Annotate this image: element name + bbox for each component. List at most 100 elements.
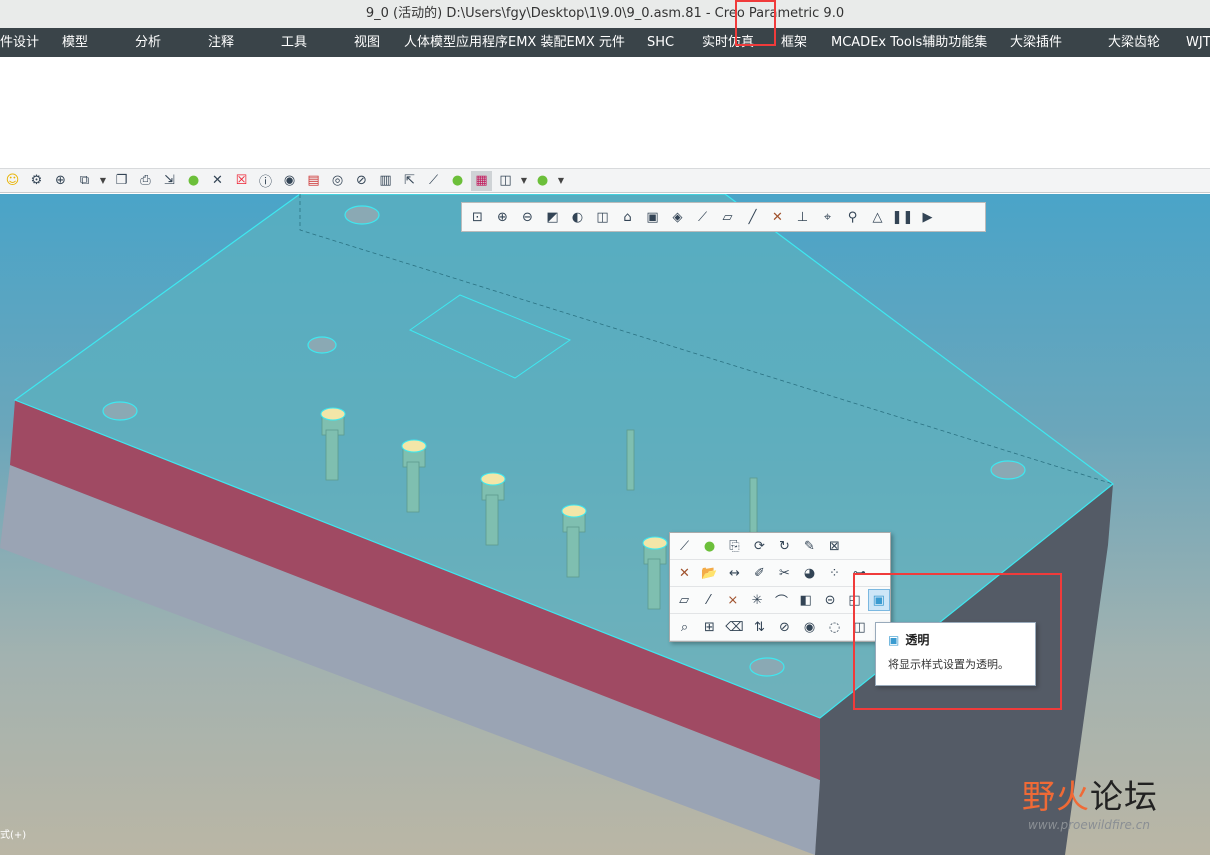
section-icon[interactable]: ⊝: [819, 589, 841, 611]
menu-annotate[interactable]: 注释: [208, 28, 234, 57]
save-view-icon[interactable]: ◉: [279, 171, 300, 191]
watermark-cn-a: 野火: [1022, 777, 1090, 816]
spin-center-icon[interactable]: ⌖: [816, 207, 839, 227]
sphere-icon[interactable]: ●: [183, 171, 204, 191]
axis-icon[interactable]: ╱: [741, 207, 764, 227]
copy-icon[interactable]: ❐: [111, 171, 132, 191]
menu-part-design[interactable]: 件设计: [0, 28, 39, 57]
inspect-icon[interactable]: ⌕: [673, 616, 696, 638]
model-3d: [0, 194, 1114, 855]
unhide-icon[interactable]: ◌: [823, 616, 846, 638]
point-icon[interactable]: ✕: [766, 207, 789, 227]
solid-icon[interactable]: ◧: [795, 589, 817, 611]
pause-icon[interactable]: ❚❚: [891, 207, 914, 227]
refit-icon[interactable]: ⊡: [466, 207, 489, 227]
window-title: 9_0 (活动的) D:\Users\fgy\Desktop\1\9.0\9_0…: [0, 0, 1210, 28]
zoom-out-icon[interactable]: ⊖: [516, 207, 539, 227]
gear-icon[interactable]: ⚙: [26, 171, 47, 191]
point-icon[interactable]: ✕: [673, 562, 696, 584]
menu-tools[interactable]: 工具: [281, 28, 307, 57]
highlight-version-box: [735, 0, 776, 46]
close-x-icon[interactable]: ✕: [207, 171, 228, 191]
view-manager-icon[interactable]: ▣: [641, 207, 664, 227]
menu-shc[interactable]: SHC: [647, 28, 674, 57]
info-icon[interactable]: ⓘ: [255, 171, 276, 191]
red-close-icon[interactable]: ☒: [231, 171, 252, 191]
ribbon: [0, 57, 1210, 169]
mini-toolbar-row: ⟋ ● ⎘ ⟳ ↻ ✎ ⊠: [670, 533, 890, 560]
cube-icon[interactable]: ◫: [495, 171, 516, 191]
add-part-icon[interactable]: ⊞: [698, 616, 721, 638]
eye-icon[interactable]: ◎: [327, 171, 348, 191]
curve-icon[interactable]: ⌒: [770, 589, 792, 611]
cut-icon[interactable]: ✂: [773, 562, 796, 584]
shading-icon[interactable]: ◐: [566, 207, 589, 227]
line-icon[interactable]: ⁄: [697, 589, 719, 611]
pattern-icon[interactable]: ⁘: [823, 562, 846, 584]
display-style-icon[interactable]: ◫: [591, 207, 614, 227]
target-icon[interactable]: ⊕: [50, 171, 71, 191]
ruler-icon[interactable]: ⟋: [423, 171, 444, 191]
menu-mcadex[interactable]: MCADEx Tools辅助功能集: [831, 28, 987, 57]
eraser-icon[interactable]: ⌫: [723, 616, 746, 638]
sphere-icon[interactable]: ●: [447, 171, 468, 191]
datum-display-icon[interactable]: ⟋: [691, 207, 714, 227]
export-icon[interactable]: ⇲: [159, 171, 180, 191]
simulation-icon[interactable]: △: [866, 207, 889, 227]
dropdown-arrow-icon[interactable]: ▼: [519, 176, 529, 185]
plane-icon[interactable]: ▱: [673, 589, 695, 611]
menu-model[interactable]: 模型: [62, 28, 88, 57]
dimension-icon[interactable]: ↔: [723, 562, 746, 584]
highlight-transparent-box: [853, 573, 1062, 710]
menu-beam-plugin[interactable]: 大梁插件: [1010, 28, 1062, 57]
annotation-icon[interactable]: ⚲: [841, 207, 864, 227]
show-icon[interactable]: ◉: [798, 616, 821, 638]
sketch-icon[interactable]: ⎘: [723, 535, 746, 557]
edit-icon[interactable]: ✎: [798, 535, 821, 557]
csys-icon[interactable]: ⊥: [791, 207, 814, 227]
intersect-icon[interactable]: ✳: [746, 589, 768, 611]
print-icon[interactable]: ⎙: [135, 171, 156, 191]
hide-icon[interactable]: ⊘: [773, 616, 796, 638]
hide-icon[interactable]: ⊘: [351, 171, 372, 191]
pdf-icon[interactable]: ▤: [303, 171, 324, 191]
view-toolbar: ⊡ ⊕ ⊖ ◩ ◐ ◫ ⌂ ▣ ◈ ⟋ ▱ ╱ ✕ ⊥ ⌖ ⚲ △ ❚❚ ▶: [461, 202, 986, 232]
shade-icon[interactable]: ◕: [798, 562, 821, 584]
dropdown-arrow-icon[interactable]: ▼: [98, 176, 108, 185]
move-icon[interactable]: ⇱: [399, 171, 420, 191]
menu-beam-gear[interactable]: 大梁齿轮: [1108, 28, 1160, 57]
color-bars-icon[interactable]: ▦: [471, 170, 492, 191]
assembly-icon[interactable]: ▥: [375, 171, 396, 191]
zoom-in-icon[interactable]: ⊕: [491, 207, 514, 227]
rotate-icon[interactable]: ↻: [773, 535, 796, 557]
menu-wjt[interactable]: WJT: [1186, 28, 1210, 57]
perspective-icon[interactable]: ◈: [666, 207, 689, 227]
align-icon[interactable]: ⇅: [748, 616, 771, 638]
menu-view[interactable]: 视图: [354, 28, 380, 57]
next-icon[interactable]: ▶: [916, 207, 939, 227]
watermark: 野火论坛 www.proewildfire.cn: [1022, 770, 1210, 850]
menu-bar: 件设计 模型 分析 注释 工具 视图 人体模型应用程序EMX 装配EMX 元件 …: [0, 28, 1210, 57]
cross-icon[interactable]: ⨯: [722, 589, 744, 611]
menu-emx[interactable]: 人体模型应用程序EMX 装配EMX 元件: [404, 28, 625, 57]
smiley-icon[interactable]: ☺: [2, 171, 23, 191]
sphere-icon[interactable]: ●: [698, 535, 721, 557]
datum-filter-icon[interactable]: ⊠: [823, 535, 846, 557]
repaint-icon[interactable]: ◩: [541, 207, 564, 227]
graphics-area[interactable]: 式(+): [0, 194, 1210, 855]
regenerate-icon[interactable]: ⟳: [748, 535, 771, 557]
sphere-icon[interactable]: ●: [532, 171, 553, 191]
saved-views-icon[interactable]: ⌂: [616, 207, 639, 227]
plane-icon[interactable]: ▱: [716, 207, 739, 227]
appearance-icon[interactable]: ✐: [748, 562, 771, 584]
quick-toolbar: ☺ ⚙ ⊕ ⧉ ▼ ❐ ⎙ ⇲ ● ✕ ☒ ⓘ ◉ ▤ ◎ ⊘ ▥ ⇱ ⟋ ● ▦ ◫ ▼ ● ▼: [0, 169, 1210, 193]
status-text: 式(+): [0, 830, 27, 841]
dropdown-arrow-icon[interactable]: ▼: [556, 176, 566, 185]
watermark-cn-b: 论坛: [1090, 777, 1158, 816]
menu-frame[interactable]: 框架: [781, 28, 807, 57]
open-icon[interactable]: 📂: [698, 562, 721, 584]
window-icon[interactable]: ⧉: [74, 171, 95, 191]
menu-analysis[interactable]: 分析: [135, 28, 161, 57]
watermark-url: www.proewildfire.cn: [1028, 818, 1150, 832]
ruler-icon[interactable]: ⟋: [673, 535, 696, 557]
